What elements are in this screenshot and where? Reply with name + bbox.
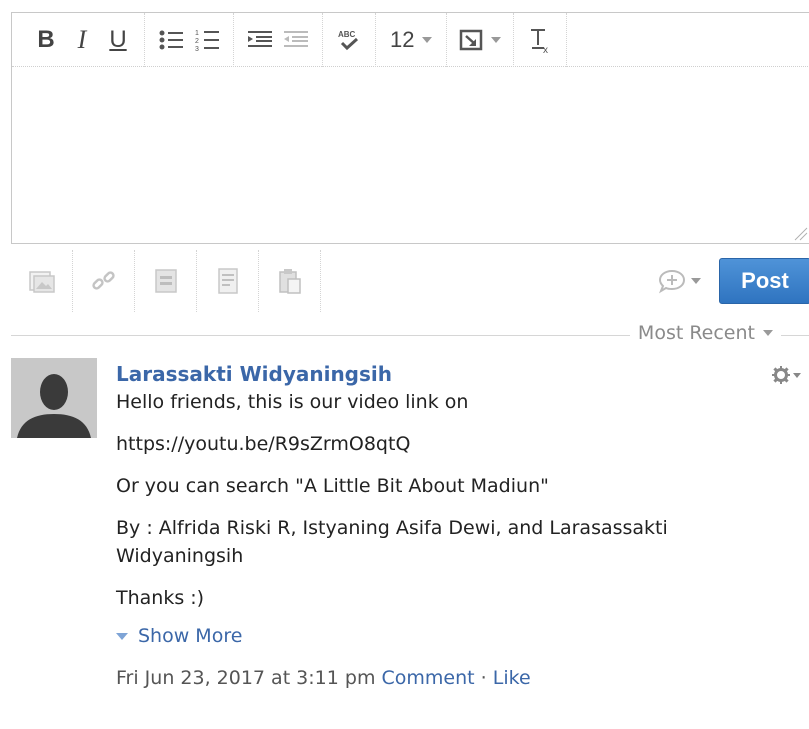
svg-text:3: 3 xyxy=(195,46,199,52)
font-size-value: 12 xyxy=(390,26,415,52)
file-drawer-icon xyxy=(154,269,177,293)
resize-handle-icon[interactable] xyxy=(792,225,808,241)
document-icon xyxy=(217,268,238,294)
image-icon xyxy=(28,271,55,293)
insert-select[interactable] xyxy=(455,29,505,51)
meta-separator: · xyxy=(480,667,487,689)
font-size-select[interactable]: 12 xyxy=(384,27,438,53)
comment-paragraph: Thanks :) xyxy=(116,587,205,609)
emoji-button[interactable] xyxy=(657,268,701,294)
bold-button[interactable]: B xyxy=(28,22,64,58)
default-user-icon xyxy=(17,374,91,438)
chevron-down-icon xyxy=(793,372,801,378)
insert-image-button[interactable] xyxy=(11,250,73,312)
insert-link-button[interactable] xyxy=(73,250,135,312)
sort-dropdown[interactable]: Most Recent xyxy=(629,322,781,344)
insert-document-button[interactable] xyxy=(197,250,259,312)
bulleted-list-button[interactable] xyxy=(153,22,189,58)
svg-text:2: 2 xyxy=(195,38,199,45)
comment-options-button[interactable] xyxy=(772,366,801,384)
comment-meta: Fri Jun 23, 2017 at 3:11 pm Comment · Li… xyxy=(116,664,776,692)
text-style-group: B I U xyxy=(20,12,145,67)
indent-group xyxy=(234,12,323,67)
paste-button[interactable] xyxy=(259,250,321,312)
chevron-down-icon xyxy=(763,330,773,336)
comment-paragraph: By : Alfrida Riski R, Istyaning Asifa De… xyxy=(116,517,668,567)
add-emoji-icon xyxy=(658,269,686,294)
show-more-link[interactable]: Show More xyxy=(116,622,776,650)
clear-format-group: x xyxy=(514,12,568,67)
link-icon xyxy=(91,271,115,290)
chevron-down-icon xyxy=(422,36,433,43)
sort-label: Most Recent xyxy=(637,322,755,344)
clipboard-icon xyxy=(278,269,301,294)
clear-formatting-icon: x xyxy=(531,28,548,54)
clear-formatting-button[interactable]: x xyxy=(522,22,558,58)
sort-divider: Most Recent xyxy=(0,322,809,348)
font-size-group: 12 xyxy=(376,12,448,67)
list-group: 1 2 3 xyxy=(145,12,234,67)
editor-actions: Post xyxy=(11,250,809,312)
chevron-down-icon xyxy=(491,36,502,43)
post-button[interactable]: Post xyxy=(719,258,809,304)
svg-text:x: x xyxy=(543,45,548,54)
show-more-label: Show More xyxy=(138,625,243,647)
underline-button[interactable]: U xyxy=(100,22,136,58)
editor-toolbar: B I U 1 2 3 ABC 12 x xyxy=(12,12,809,67)
italic-button[interactable]: I xyxy=(64,22,100,58)
outdent-icon xyxy=(284,30,308,47)
rich-text-editor: B I U 1 2 3 ABC 12 x xyxy=(11,12,809,244)
like-link[interactable]: Like xyxy=(493,667,531,689)
outdent-button[interactable] xyxy=(278,22,314,58)
insert-group xyxy=(447,12,515,67)
comment-paragraph: Or you can search "A Little Bit About Ma… xyxy=(116,475,549,497)
comment-item: Larassakti Widyaningsih Hello friends, t… xyxy=(116,360,776,692)
bulleted-list-icon xyxy=(159,30,183,49)
comment-author-link[interactable]: Larassakti Widyaningsih xyxy=(116,360,776,388)
spellcheck-icon: ABC xyxy=(338,30,359,50)
numbered-list-button[interactable]: 1 2 3 xyxy=(189,22,225,58)
insert-box-icon xyxy=(460,29,483,50)
comment-paragraph: https://youtu.be/R9sZrmO8qtQ xyxy=(116,433,411,455)
chevron-down-icon xyxy=(116,632,128,640)
svg-text:1: 1 xyxy=(195,30,199,37)
avatar[interactable] xyxy=(11,358,97,438)
indent-icon xyxy=(248,30,272,47)
indent-button[interactable] xyxy=(242,22,278,58)
spellcheck-group: ABC xyxy=(323,12,376,67)
numbered-list-icon: 1 2 3 xyxy=(195,30,219,52)
svg-text:ABC: ABC xyxy=(338,30,356,39)
chevron-down-icon xyxy=(691,278,701,284)
comment-timestamp: Fri Jun 23, 2017 at 3:11 pm xyxy=(116,667,376,689)
comment-reply-link[interactable]: Comment xyxy=(382,667,475,689)
comment-textarea[interactable] xyxy=(12,67,809,243)
insert-file-button[interactable] xyxy=(135,250,197,312)
spellcheck-button[interactable]: ABC xyxy=(331,22,367,58)
comment-paragraph: Hello friends, this is our video link on xyxy=(116,391,469,413)
